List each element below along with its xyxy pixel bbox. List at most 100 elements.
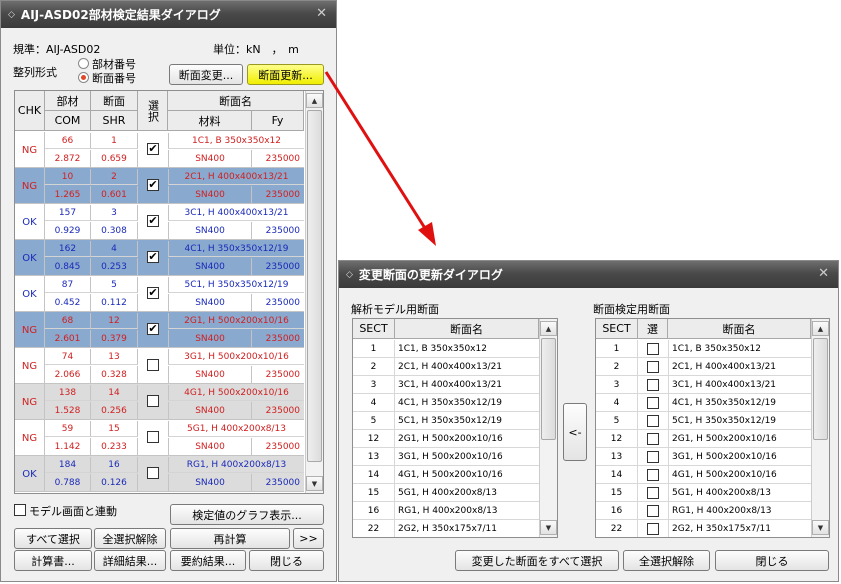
table-row[interactable]: NG 74 13 2.066 0.328 3G1, H 500x200x10/16 SN40… [15, 348, 304, 384]
material: SN400 [168, 258, 252, 275]
list-item[interactable]: 4 4C1, H 350x350x12/19 [353, 394, 539, 412]
results-scrollbar[interactable]: ▲ ▼ [305, 91, 323, 493]
shr-value: 0.233 [91, 438, 138, 455]
material: SN400 [168, 186, 252, 203]
scroll-up-icon[interactable]: ▲ [540, 321, 557, 336]
list-item[interactable]: 1 1C1, B 350x350x12 [596, 340, 811, 358]
scroll-up-icon[interactable]: ▲ [812, 321, 829, 336]
deselect-all-button[interactable]: 全選択解除 [94, 528, 166, 549]
list-item[interactable]: 14 4G1, H 500x200x10/16 [596, 466, 811, 484]
select-checkbox[interactable] [147, 359, 159, 371]
scroll-thumb[interactable] [541, 338, 556, 440]
list-item[interactable]: 4 4C1, H 350x350x12/19 [596, 394, 811, 412]
title-bar[interactable]: ◇ AIJ-ASD02部材検定結果ダイアログ ✕ [1, 1, 336, 28]
select-checkbox[interactable] [647, 397, 659, 409]
select-checkbox[interactable] [147, 431, 159, 443]
scroll-down-icon[interactable]: ▼ [540, 520, 557, 535]
section-change-button[interactable]: 断面変更... [169, 64, 243, 85]
select-checkbox[interactable] [647, 487, 659, 499]
select-checkbox[interactable] [147, 395, 159, 407]
copy-left-button[interactable]: <- [563, 403, 587, 461]
table-row[interactable]: NG 68 12 2.601 0.379 ✔ 2G1, H 500x200x10/16 SN4… [15, 312, 304, 348]
list-item[interactable]: 15 5G1, H 400x200x8/13 [596, 484, 811, 502]
list-item[interactable]: 14 4G1, H 500x200x10/16 [353, 466, 539, 484]
scroll-thumb[interactable] [813, 338, 828, 440]
table-row[interactable]: OK 87 5 0.452 0.112 ✔ 5C1, H 350x350x12/19 SN40… [15, 276, 304, 312]
table-row[interactable]: NG 59 15 1.142 0.233 5G1, H 400x200x8/13 SN400… [15, 420, 304, 456]
select-all-button[interactable]: すべて選択 [14, 528, 92, 549]
section-name: 3G1, H 500x200x10/16 [398, 452, 503, 462]
list-item[interactable]: 12 2G1, H 500x200x10/16 [596, 430, 811, 448]
table-row[interactable]: OK 157 3 0.929 0.308 ✔ 3C1, H 400x400x13/21 SN4… [15, 204, 304, 240]
check-section-scrollbar[interactable]: ▲ ▼ [811, 319, 829, 537]
title-menu-icon[interactable]: ◇ [346, 270, 353, 280]
select-checkbox[interactable]: ✔ [147, 215, 159, 227]
select-changed-button[interactable]: 変更した断面をすべて選択 [455, 550, 619, 571]
scroll-up-icon[interactable]: ▲ [306, 93, 323, 108]
title-bar[interactable]: ◇ 変更断面の更新ダイアログ ✕ [339, 261, 838, 288]
select-checkbox[interactable] [647, 343, 659, 355]
select-checkbox[interactable]: ✔ [147, 323, 159, 335]
list-item[interactable]: 5 5C1, H 350x350x12/19 [596, 412, 811, 430]
select-checkbox[interactable]: ✔ [147, 251, 159, 263]
member-number: 59 [45, 421, 91, 437]
recalc-button[interactable]: 再計算 [170, 528, 290, 549]
summary-results-button[interactable]: 要約結果... [170, 550, 246, 571]
list-item[interactable]: 5 5C1, H 350x350x12/19 [353, 412, 539, 430]
chk-status: OK [15, 204, 45, 240]
detail-results-button[interactable]: 詳細結果... [94, 550, 166, 571]
list-item[interactable]: 13 3G1, H 500x200x10/16 [353, 448, 539, 466]
select-checkbox[interactable]: ✔ [147, 179, 159, 191]
list-item[interactable]: 22 2G2, H 350x175x7/11 [596, 520, 811, 537]
scroll-thumb[interactable] [307, 110, 322, 462]
table-row[interactable]: NG 138 14 1.528 0.256 4G1, H 500x200x10/16 SN4… [15, 384, 304, 420]
table-row[interactable]: OK 184 16 0.788 0.126 RG1, H 400x200x8/13 SN40… [15, 456, 304, 492]
sect-number: 13 [353, 448, 395, 466]
select-checkbox[interactable] [147, 467, 159, 479]
select-checkbox[interactable] [647, 469, 659, 481]
list-item[interactable]: 2 2C1, H 400x400x13/21 [596, 358, 811, 376]
list-item[interactable]: 16 RG1, H 400x200x8/13 [353, 502, 539, 520]
select-checkbox[interactable] [647, 451, 659, 463]
select-checkbox[interactable]: ✔ [147, 287, 159, 299]
close-button[interactable]: 閉じる [249, 550, 324, 571]
list-item[interactable]: 1 1C1, B 350x350x12 [353, 340, 539, 358]
sect-number: 16 [353, 502, 395, 520]
graph-button[interactable]: 検定値のグラフ表示... [170, 504, 324, 525]
close-icon[interactable]: ✕ [818, 266, 829, 281]
scroll-down-icon[interactable]: ▼ [306, 476, 323, 491]
chk-status: NG [15, 348, 45, 384]
sort-by-section-radio[interactable] [78, 72, 89, 83]
model-section-scrollbar[interactable]: ▲ ▼ [539, 319, 557, 537]
close-icon[interactable]: ✕ [316, 6, 327, 21]
section-update-button[interactable]: 断面更新... [247, 64, 324, 85]
com-value: 1.528 [45, 402, 91, 419]
deselect-all-button[interactable]: 全選択解除 [623, 550, 710, 571]
select-checkbox[interactable] [647, 361, 659, 373]
model-link-checkbox[interactable] [14, 504, 26, 516]
list-item[interactable]: 15 5G1, H 400x200x8/13 [353, 484, 539, 502]
table-row[interactable]: OK 162 4 0.845 0.253 ✔ 4C1, H 350x350x12/19 SN4… [15, 240, 304, 276]
list-item[interactable]: 2 2C1, H 400x400x13/21 [353, 358, 539, 376]
select-checkbox[interactable] [647, 523, 659, 535]
close-button[interactable]: 閉じる [715, 550, 829, 571]
calc-document-button[interactable]: 計算書... [14, 550, 92, 571]
table-row[interactable]: NG 10 2 1.265 0.601 ✔ 2C1, H 400x400x13/21 SN40… [15, 168, 304, 204]
list-item[interactable]: 16 RG1, H 400x200x8/13 [596, 502, 811, 520]
list-item[interactable]: 12 2G1, H 500x200x10/16 [353, 430, 539, 448]
title-menu-icon[interactable]: ◇ [8, 10, 15, 20]
sect-number: 22 [353, 520, 395, 537]
list-item[interactable]: 3 3C1, H 400x400x13/21 [596, 376, 811, 394]
select-checkbox[interactable] [647, 433, 659, 445]
more-button[interactable]: >> [293, 528, 324, 549]
list-item[interactable]: 13 3G1, H 500x200x10/16 [596, 448, 811, 466]
scroll-down-icon[interactable]: ▼ [812, 520, 829, 535]
select-checkbox[interactable] [647, 415, 659, 427]
list-item[interactable]: 22 2G2, H 350x175x7/11 [353, 520, 539, 537]
select-checkbox[interactable] [647, 379, 659, 391]
select-checkbox[interactable]: ✔ [147, 143, 159, 155]
sort-by-member-radio[interactable] [78, 58, 89, 69]
list-item[interactable]: 3 3C1, H 400x400x13/21 [353, 376, 539, 394]
select-checkbox[interactable] [647, 505, 659, 517]
table-row[interactable]: NG 66 1 2.872 0.659 ✔ 1C1, B 350x350x12 SN400 23… [15, 132, 304, 168]
